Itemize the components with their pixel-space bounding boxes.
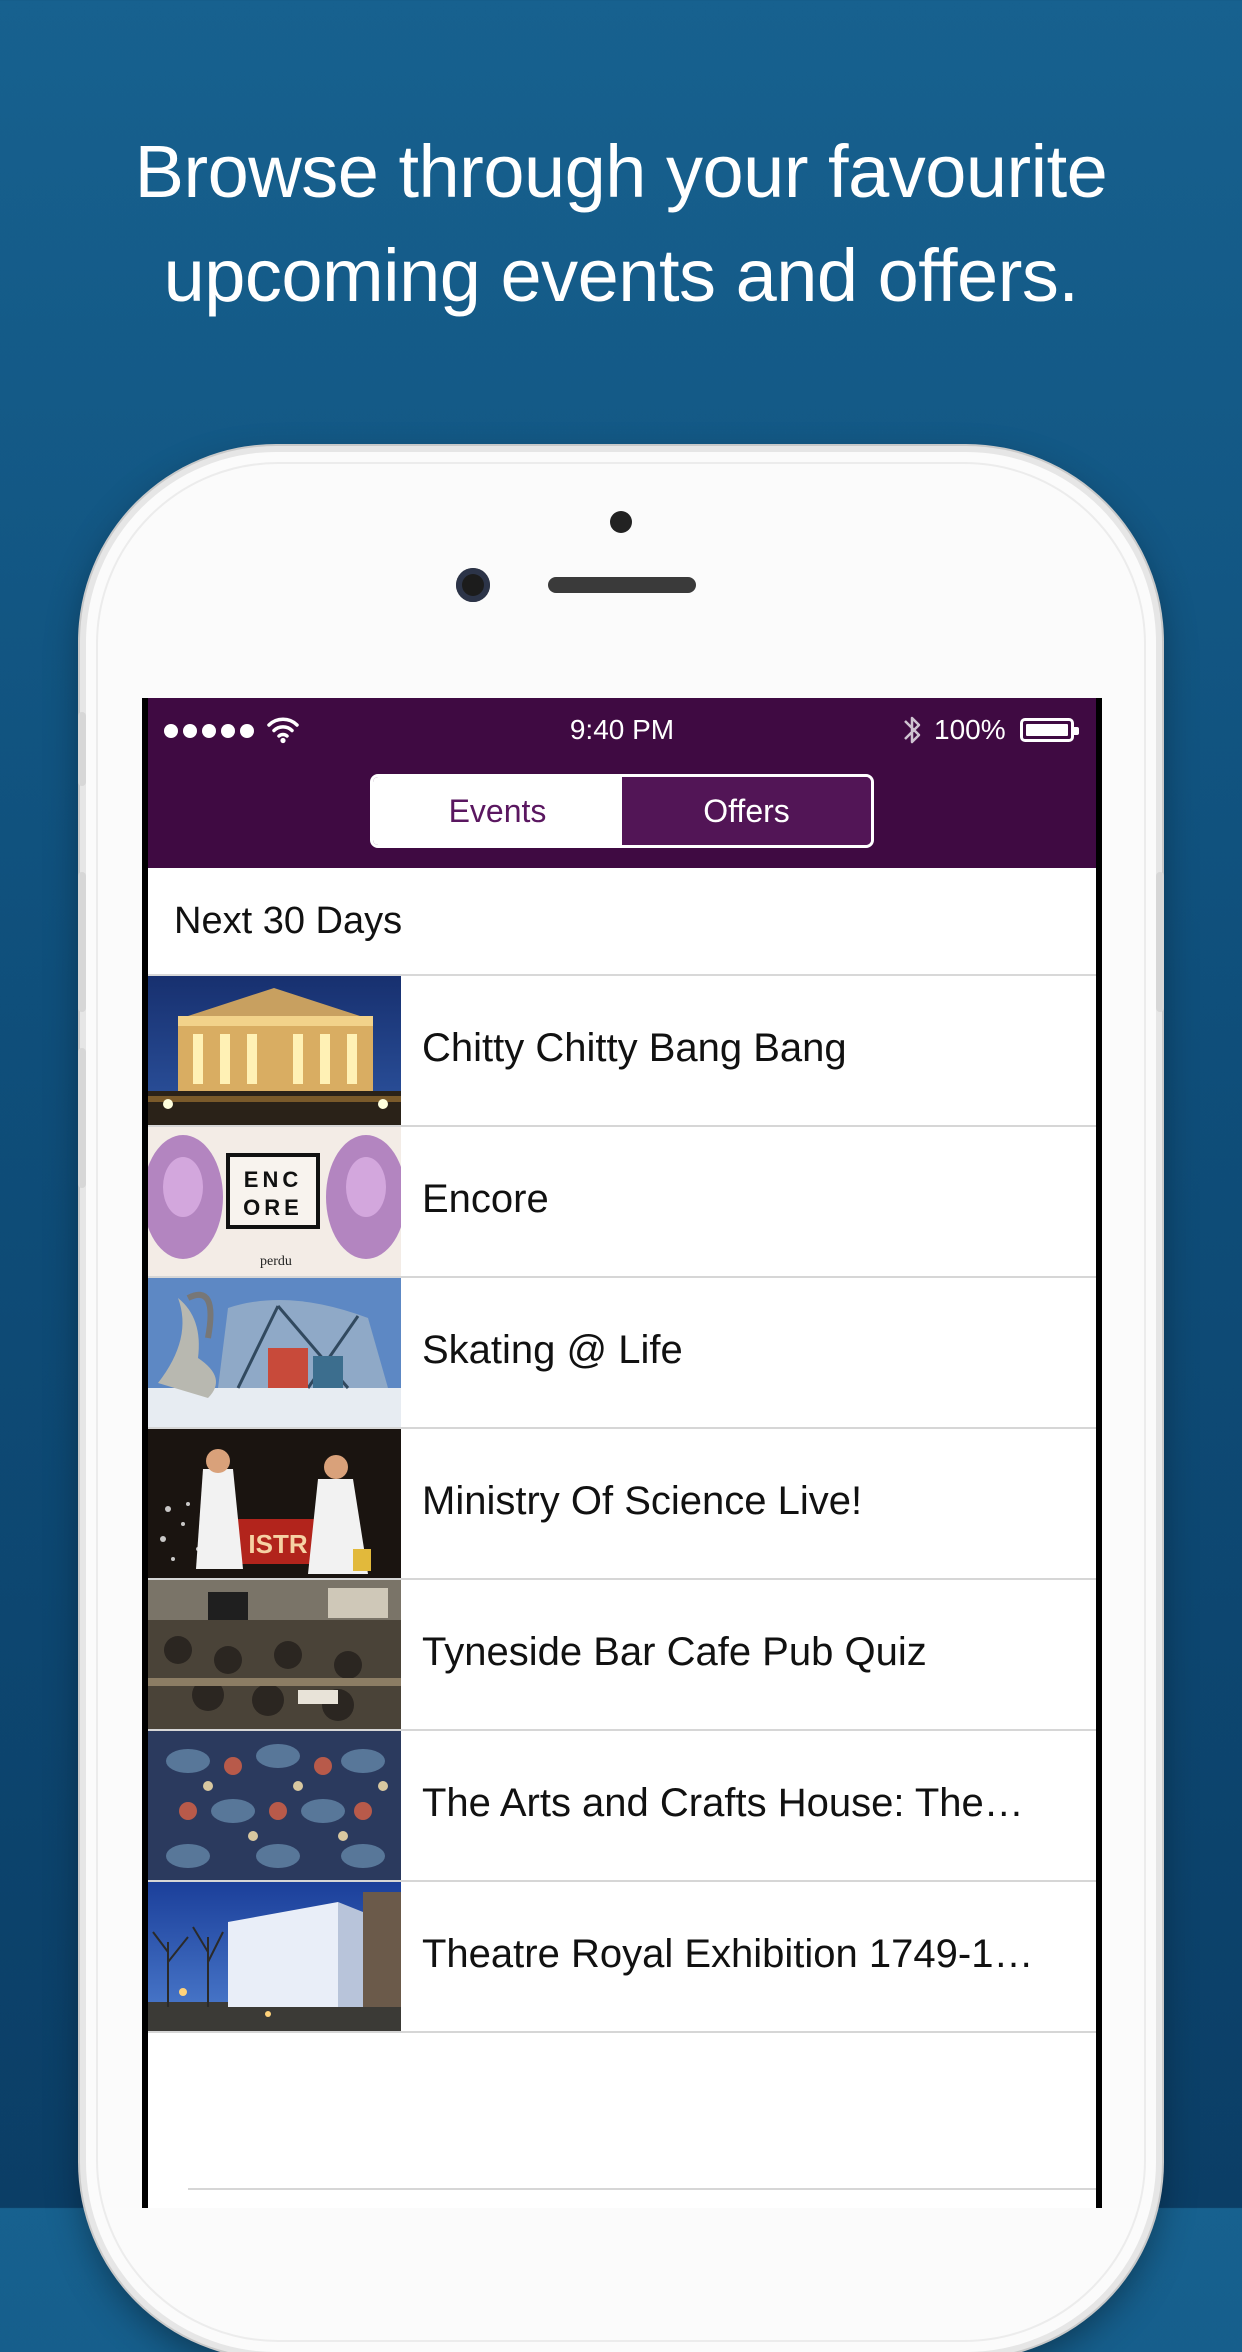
event-thumbnail	[148, 1731, 401, 1880]
battery-percentage: 100%	[934, 714, 1006, 745]
tab-events[interactable]: Events	[373, 777, 622, 845]
headline-line-1: Browse through your favourite	[134, 130, 1108, 213]
event-title: Chitty Chitty Bang Bang	[422, 1026, 847, 1070]
list-item[interactable]: The Arts and Crafts House: The…	[148, 1731, 1096, 1882]
phone-screen: 9:40 PM 100% Events Offers Next 30 Days	[142, 698, 1102, 2208]
list-item[interactable]: Tyneside Bar Cafe Pub Quiz	[148, 1580, 1096, 1731]
proximity-sensor	[610, 511, 632, 533]
event-title: Ministry Of Science Live!	[422, 1479, 863, 1523]
event-thumbnail	[148, 976, 401, 1125]
thumbnail-text-ore: ORE	[243, 1195, 303, 1220]
power-button	[1156, 872, 1164, 1012]
navigation-bar: 9:40 PM 100% Events Offers	[148, 698, 1096, 868]
bluetooth-icon	[904, 716, 921, 744]
event-thumbnail	[148, 1580, 401, 1729]
list-bottom-separator	[188, 2188, 1096, 2190]
events-offers-segmented-control[interactable]: Events Offers	[370, 774, 874, 848]
headline-line-2: upcoming events and offers.	[163, 234, 1079, 317]
thumbnail-text-perdu: perdu	[260, 1254, 292, 1269]
section-title: Next 30 Days	[174, 900, 403, 942]
event-title: Encore	[422, 1177, 549, 1221]
list-item[interactable]: Skating @ Life	[148, 1278, 1096, 1429]
list-item[interactable]: ENC ORE perdu Encore	[148, 1127, 1096, 1278]
front-camera	[456, 568, 490, 602]
event-thumbnail: ISTR	[148, 1429, 401, 1578]
mute-switch	[78, 712, 86, 786]
event-title: Tyneside Bar Cafe Pub Quiz	[422, 1630, 927, 1674]
earpiece-speaker	[548, 577, 696, 593]
tab-offers[interactable]: Offers	[622, 777, 871, 845]
status-bar: 9:40 PM 100%	[148, 712, 1096, 752]
section-header: Next 30 Days	[148, 868, 1096, 976]
volume-down-button	[78, 1048, 86, 1188]
list-item[interactable]: ISTR Ministry Of Science Live!	[148, 1429, 1096, 1580]
event-title: Skating @ Life	[422, 1328, 683, 1372]
event-thumbnail	[148, 1882, 401, 2031]
event-thumbnail	[148, 1278, 401, 1427]
app-screen: 9:40 PM 100% Events Offers Next 30 Days	[148, 698, 1096, 2208]
events-list: Chitty Chitty Bang Bang ENC ORE perdu En…	[148, 976, 1096, 2033]
event-title: The Arts and Crafts House: The…	[422, 1781, 1024, 1825]
marketing-headline: Browse through your favourite upcoming e…	[0, 120, 1242, 328]
list-item[interactable]: Chitty Chitty Bang Bang	[148, 976, 1096, 1127]
volume-up-button	[78, 872, 86, 1012]
thumbnail-text-istr: ISTR	[248, 1529, 307, 1559]
thumbnail-text-enc: ENC	[244, 1167, 302, 1192]
battery-icon	[1020, 718, 1079, 742]
list-item[interactable]: Theatre Royal Exhibition 1749-1…	[148, 1882, 1096, 2033]
event-title: Theatre Royal Exhibition 1749-1…	[422, 1932, 1034, 1976]
event-thumbnail: ENC ORE perdu	[148, 1127, 401, 1276]
